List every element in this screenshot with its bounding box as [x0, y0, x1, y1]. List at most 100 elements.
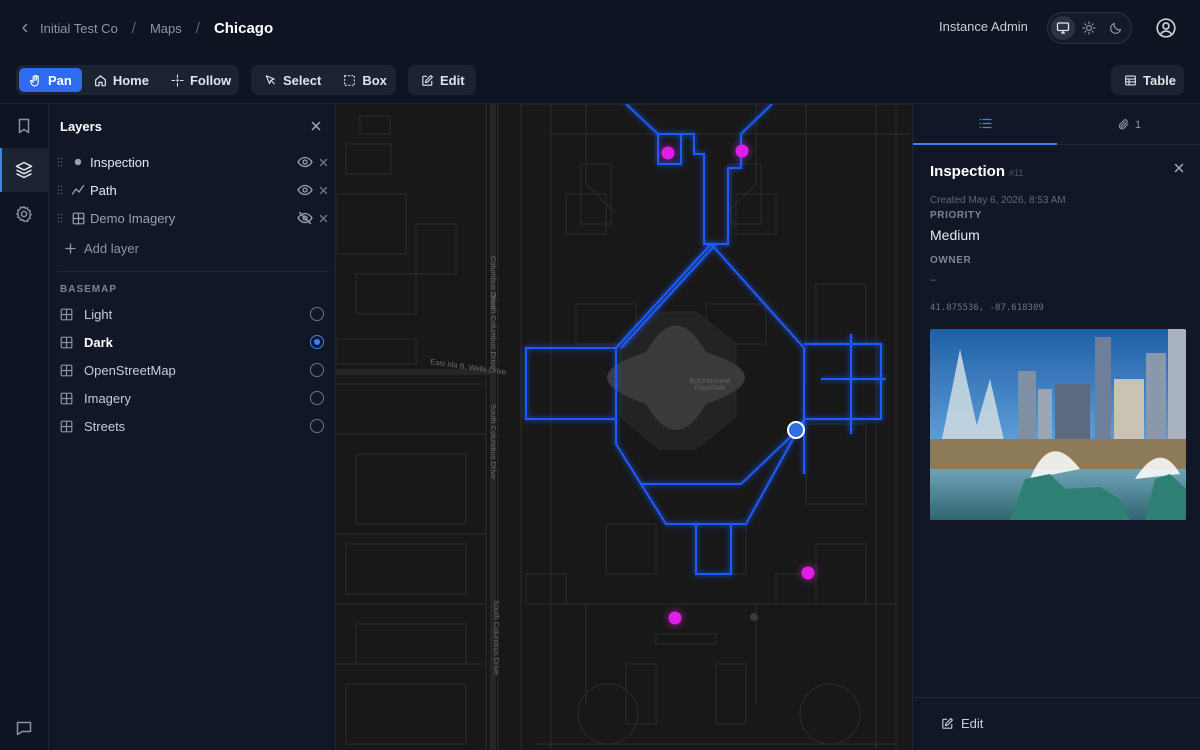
bookmark-icon[interactable] [0, 104, 48, 148]
home-label: Home [112, 72, 149, 88]
close-icon[interactable] [310, 120, 322, 132]
edit-feature-button[interactable]: Edit [941, 716, 983, 731]
edit-label: Edit [440, 72, 465, 88]
home-icon [94, 74, 107, 87]
add-layer-label: Add layer [84, 241, 139, 256]
basemap-radio[interactable] [310, 391, 324, 405]
breadcrumb-maps[interactable]: Maps [150, 21, 182, 36]
inspection-point[interactable] [668, 611, 682, 625]
basemap-label: Dark [84, 334, 113, 350]
tab-attachments[interactable]: 1 [1057, 104, 1200, 145]
grid-icon [71, 212, 85, 225]
created-timestamp: Created May 6, 2026, 8:53 AM [930, 195, 1066, 206]
eye-icon[interactable] [297, 184, 313, 196]
point-icon [71, 158, 85, 166]
basemap-option-openstreetmap[interactable]: OpenStreetMap [60, 356, 324, 384]
selection-mode-group: Select Box [251, 65, 396, 95]
grid-icon [60, 420, 74, 433]
monitor-icon[interactable] [1051, 16, 1076, 40]
home-button[interactable]: Home [84, 68, 159, 92]
breadcrumb-org[interactable]: Initial Test Co [40, 21, 118, 36]
select-button[interactable]: Select [254, 68, 331, 92]
remove-layer-icon[interactable] [319, 214, 329, 223]
plus-icon [65, 243, 76, 254]
map-canvas[interactable]: BUCKINGHAM FOUNTAIN East Ida B. Wells Dr… [336, 104, 912, 750]
inspection-point[interactable] [801, 566, 815, 580]
hand-icon [29, 74, 42, 87]
basemap-radio-selected[interactable] [310, 335, 324, 349]
attachment-photo[interactable] [930, 329, 1186, 520]
table-label: Table [1143, 72, 1176, 88]
sun-icon[interactable] [1077, 16, 1101, 40]
fountain-label-2: FOUNTAIN [695, 386, 725, 392]
basemap-option-light[interactable]: Light [60, 300, 324, 328]
map-svg[interactable]: BUCKINGHAM FOUNTAIN East Ida B. Wells Dr… [336, 104, 912, 750]
basemap-option-streets[interactable]: Streets [60, 412, 324, 440]
eye-off-icon[interactable] [297, 211, 313, 225]
navigation-mode-group: Pan Home Follow [16, 65, 239, 95]
layer-row-inspection[interactable]: Inspection [57, 148, 329, 176]
box-select-button[interactable]: Box [333, 68, 397, 92]
chevron-left-icon[interactable] [20, 23, 36, 33]
follow-button[interactable]: Follow [161, 68, 241, 92]
owner-label: OWNER [930, 255, 972, 266]
edit-feature-label: Edit [961, 716, 984, 731]
edit-icon [941, 717, 954, 730]
layer-row-demo-imagery[interactable]: Demo Imagery [57, 204, 329, 232]
fountain-label-1: BUCKINGHAM [690, 379, 731, 385]
inspection-point[interactable] [661, 146, 675, 160]
layer-label: Inspection [90, 154, 150, 170]
edit-button[interactable]: Edit [411, 68, 475, 92]
basemap-option-dark[interactable]: Dark [60, 328, 324, 356]
close-icon[interactable] [1173, 162, 1185, 174]
moon-icon[interactable] [1104, 16, 1128, 40]
drag-handle-icon[interactable] [57, 157, 65, 167]
chat-icon[interactable] [0, 706, 48, 750]
basemap-label: Streets [84, 418, 126, 434]
tab-details[interactable] [913, 104, 1057, 145]
breadcrumb-separator: / [131, 19, 136, 37]
follow-label: Follow [189, 72, 232, 88]
theme-toggle [1047, 12, 1132, 44]
map-marker-faded [750, 613, 758, 621]
selected-point[interactable] [787, 421, 805, 439]
eye-icon[interactable] [297, 156, 313, 168]
table-group: Table [1111, 65, 1184, 95]
feature-title: Inspection [930, 163, 1006, 180]
pan-button[interactable]: Pan [19, 68, 82, 92]
user-role-label: Instance Admin [939, 19, 1028, 34]
grid-icon [60, 336, 74, 349]
basemap-radio[interactable] [310, 419, 324, 433]
drag-handle-icon[interactable] [57, 213, 65, 223]
basemap-option-imagery[interactable]: Imagery [60, 384, 324, 412]
remove-layer-icon[interactable] [319, 186, 329, 195]
page-title: Chicago [213, 19, 274, 37]
layers-panel-title: Layers [60, 119, 102, 134]
edit-group: Edit [408, 65, 476, 95]
basemap-radio[interactable] [310, 363, 324, 377]
side-rail [0, 104, 49, 750]
inspection-point[interactable] [735, 144, 749, 158]
table-button[interactable]: Table [1114, 68, 1186, 92]
priority-label: PRIORITY [930, 210, 983, 221]
app-header: Initial Test Co / Maps / Chicago Instanc… [0, 0, 1200, 56]
coordinates: 41.875536, -87.618309 [930, 303, 1044, 313]
layers-icon[interactable] [0, 148, 48, 192]
list-icon [979, 118, 992, 129]
table-icon [1124, 74, 1137, 87]
box-label: Box [362, 72, 387, 88]
account-icon[interactable] [1154, 16, 1178, 40]
basemap-section-label: BASEMAP [60, 284, 118, 295]
add-layer-button[interactable]: Add layer [65, 241, 139, 256]
grid-icon [60, 392, 74, 405]
detail-footer: Edit [913, 697, 1200, 750]
feature-id: #11 [1009, 168, 1024, 178]
basemap-radio[interactable] [310, 307, 324, 321]
drag-handle-icon[interactable] [57, 185, 65, 195]
detail-tabs: 1 [913, 104, 1200, 145]
crosshair-icon [171, 73, 184, 87]
settings-icon[interactable] [0, 192, 48, 236]
layer-row-path[interactable]: Path [57, 176, 329, 204]
remove-layer-icon[interactable] [319, 158, 329, 167]
street-label-columbus-c: South Columbus Drive [489, 404, 498, 479]
